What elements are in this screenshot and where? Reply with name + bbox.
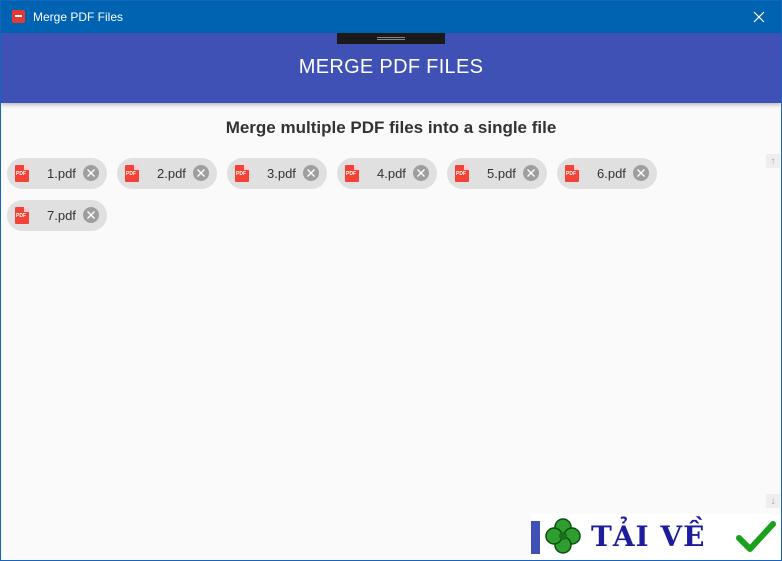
remove-file-button[interactable] — [413, 165, 429, 181]
remove-file-button[interactable] — [523, 165, 539, 181]
remove-file-button[interactable] — [193, 165, 209, 181]
app-window: Merge PDF Files MERGE PDF FILES Merge mu… — [0, 0, 782, 561]
file-name: 7.pdf — [47, 208, 76, 223]
file-chip[interactable]: PDF 4.pdf — [337, 158, 437, 189]
file-name: 5.pdf — [487, 166, 516, 181]
pdf-file-icon: PDF — [455, 165, 469, 182]
file-name: 1.pdf — [47, 166, 76, 181]
file-name: 6.pdf — [597, 166, 626, 181]
arrow-down-icon: ↓ — [770, 495, 776, 507]
remove-file-button[interactable] — [83, 165, 99, 181]
file-name: 2.pdf — [157, 166, 186, 181]
window-title: Merge PDF Files — [33, 10, 124, 24]
file-chip[interactable]: PDF 5.pdf — [447, 158, 547, 189]
close-icon — [637, 169, 645, 177]
file-chip[interactable]: PDF 3.pdf — [227, 158, 327, 189]
drag-handle[interactable] — [337, 33, 445, 44]
close-icon — [753, 11, 765, 23]
pdf-file-icon: PDF — [235, 165, 249, 182]
close-icon — [527, 169, 535, 177]
pdf-file-icon: PDF — [15, 207, 29, 224]
remove-file-button[interactable] — [303, 165, 319, 181]
pdf-file-icon: PDF — [15, 165, 29, 182]
file-name: 4.pdf — [377, 166, 406, 181]
page-subtitle: Merge multiple PDF files into a single f… — [225, 118, 557, 137]
pdf-file-icon: PDF — [125, 165, 139, 182]
remove-file-button[interactable] — [633, 165, 649, 181]
pdf-file-icon: PDF — [565, 165, 579, 182]
remove-file-button[interactable] — [83, 207, 99, 223]
watermark-logo: TẢI VỀ — [531, 514, 781, 560]
arrow-up-icon: ↑ — [770, 155, 776, 167]
close-icon — [87, 211, 95, 219]
clover-icon — [545, 518, 581, 554]
file-chip[interactable]: PDF 1.pdf — [7, 158, 107, 189]
file-name: 3.pdf — [267, 166, 296, 181]
page-title: MERGE PDF FILES — [298, 56, 484, 78]
title-bar: Merge PDF Files — [1, 1, 781, 33]
scroll-down-button[interactable]: ↓ — [766, 494, 780, 508]
watermark-bar — [531, 521, 540, 554]
close-icon — [307, 169, 315, 177]
file-chip[interactable]: PDF 7.pdf — [7, 200, 107, 231]
file-chip[interactable]: PDF 6.pdf — [557, 158, 657, 189]
checkmark-icon — [736, 521, 776, 552]
close-icon — [197, 169, 205, 177]
pdf-file-icon: PDF — [345, 165, 359, 182]
watermark-text: TẢI VỀ — [591, 520, 706, 553]
app-header: MERGE PDF FILES — [1, 33, 781, 103]
close-button[interactable] — [737, 1, 781, 33]
close-icon — [87, 169, 95, 177]
pdf-app-icon — [12, 10, 25, 23]
file-chip[interactable]: PDF 2.pdf — [117, 158, 217, 189]
scroll-up-button[interactable]: ↑ — [766, 154, 780, 168]
close-icon — [417, 169, 425, 177]
